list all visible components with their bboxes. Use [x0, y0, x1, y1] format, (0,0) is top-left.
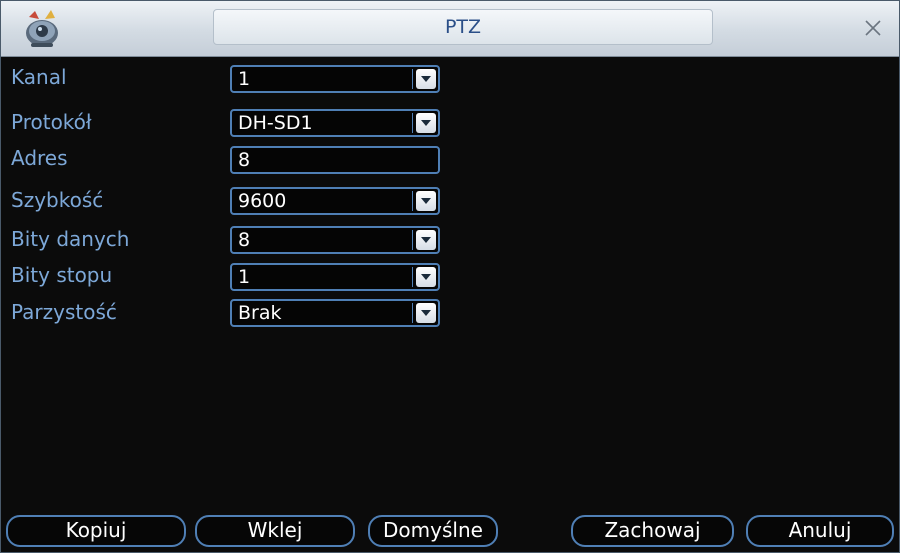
- kanal-value: 1: [238, 68, 251, 90]
- anuluj-button[interactable]: Anuluj: [746, 515, 894, 547]
- domyslne-button[interactable]: Domyślne: [368, 515, 498, 547]
- kanal-label: Kanal: [11, 65, 67, 89]
- chevron-down-icon[interactable]: [416, 113, 436, 133]
- parzystosc-select[interactable]: Brak: [230, 299, 440, 327]
- adres-input[interactable]: 8: [230, 146, 440, 174]
- ptz-dialog: PTZ Kanal 1 Protokół DH-SD1 Adres 8 Szyb…: [0, 0, 900, 553]
- bity-danych-value: 8: [238, 229, 251, 251]
- kanal-select[interactable]: 1: [230, 65, 440, 93]
- close-icon[interactable]: [859, 14, 887, 42]
- chevron-down-icon[interactable]: [416, 230, 436, 250]
- chevron-down-icon[interactable]: [416, 191, 436, 211]
- window-title: PTZ: [444, 16, 482, 38]
- dropdown-separator: [412, 303, 413, 323]
- dropdown-separator: [412, 69, 413, 89]
- title-bar: PTZ: [1, 1, 899, 57]
- bity-danych-label: Bity danych: [11, 227, 130, 251]
- bity-stopu-value: 1: [238, 266, 251, 288]
- parzystosc-label: Parzystość: [11, 300, 117, 324]
- bity-stopu-label: Bity stopu: [11, 263, 113, 287]
- title-plate: PTZ: [213, 9, 713, 45]
- dropdown-separator: [412, 191, 413, 211]
- chevron-down-icon[interactable]: [416, 303, 436, 323]
- szybkosc-select[interactable]: 9600: [230, 187, 440, 215]
- wklej-button[interactable]: Wklej: [195, 515, 355, 547]
- dropdown-separator: [412, 230, 413, 250]
- dvr-camera-icon: [19, 7, 65, 49]
- chevron-down-icon[interactable]: [416, 69, 436, 89]
- protokol-label: Protokół: [11, 110, 92, 134]
- adres-label: Adres: [11, 146, 68, 170]
- adres-value: 8: [238, 149, 251, 171]
- protokol-value: DH-SD1: [238, 112, 313, 134]
- kopiuj-button[interactable]: Kopiuj: [6, 515, 186, 547]
- bity-stopu-select[interactable]: 1: [230, 263, 440, 291]
- chevron-down-icon[interactable]: [416, 267, 436, 287]
- dropdown-separator: [412, 267, 413, 287]
- szybkosc-label: Szybkość: [11, 188, 104, 212]
- protokol-select[interactable]: DH-SD1: [230, 109, 440, 137]
- bity-danych-select[interactable]: 8: [230, 226, 440, 254]
- szybkosc-value: 9600: [238, 190, 287, 212]
- dropdown-separator: [412, 113, 413, 133]
- zachowaj-button[interactable]: Zachowaj: [571, 515, 734, 547]
- parzystosc-value: Brak: [238, 302, 282, 324]
